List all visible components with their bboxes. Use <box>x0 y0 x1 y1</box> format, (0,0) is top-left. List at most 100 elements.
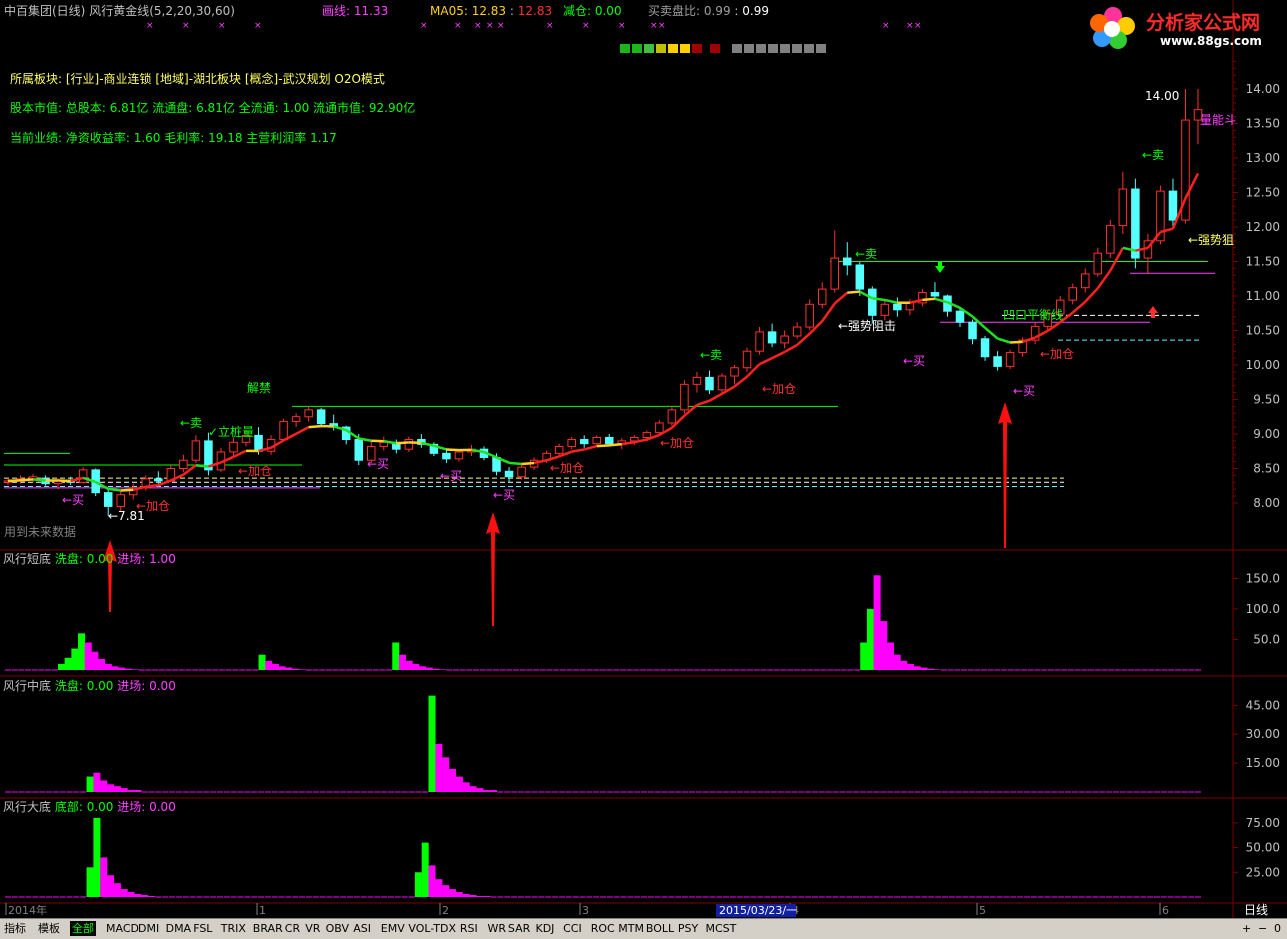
tab-mcst[interactable]: MCST <box>704 921 739 936</box>
tab-trix[interactable]: TRIX <box>219 921 248 936</box>
golden-line-segment <box>421 443 434 446</box>
tab-control-2[interactable]: 0 <box>1272 921 1283 936</box>
candle-body <box>931 293 939 296</box>
tab-rsi[interactable]: RSI <box>458 921 480 936</box>
candle-body <box>104 493 112 507</box>
tab-cr[interactable]: CR <box>283 921 302 936</box>
candle-body <box>593 437 601 443</box>
price-tick-label: 11.00 <box>1246 289 1280 303</box>
price-tick-label: 12.00 <box>1246 220 1280 234</box>
tab-全部[interactable]: 全部 <box>70 921 96 936</box>
candle-body <box>1132 189 1140 258</box>
indicator-bar <box>456 777 463 792</box>
candle-body <box>793 327 801 336</box>
tab-vol-tdx[interactable]: VOL-TDX <box>406 921 458 936</box>
tab-psy[interactable]: PSY <box>676 921 700 936</box>
tab-wr[interactable]: WR <box>486 921 509 936</box>
tab-boll[interactable]: BOLL <box>644 921 676 936</box>
candle-body <box>305 410 313 417</box>
annotation-label: ←加仓 <box>550 461 584 475</box>
status-block <box>692 44 702 53</box>
annotation-label: ←加仓 <box>1040 347 1074 361</box>
annotation-label: ←强势阻击 <box>838 319 896 333</box>
indicator-tick-label: 50.00 <box>1246 841 1280 855</box>
ma05-value-2: 12.83 <box>518 4 552 18</box>
indicator-bar <box>894 655 901 670</box>
tab-dma[interactable]: DMA <box>164 921 194 936</box>
indicator-tick-label: 100.0 <box>1246 602 1280 616</box>
annotation-label: ←买 <box>903 354 925 368</box>
indicator-bar <box>132 669 139 670</box>
golden-line-segment <box>296 427 309 434</box>
cross-mark: × <box>658 21 666 31</box>
indicator-tab-bar: 指标模板全部MACDDMIDMAFSLTRIXBRARCRVROBVASIEMV… <box>0 918 1287 939</box>
tab-kdj[interactable]: KDJ <box>534 921 557 936</box>
tab-mtm[interactable]: MTM <box>616 921 646 936</box>
tab-roc[interactable]: ROC <box>589 921 617 936</box>
candle-body <box>869 289 877 315</box>
cross-mark: × <box>420 21 428 31</box>
status-block <box>710 44 720 53</box>
indicator-bar <box>134 790 141 792</box>
golden-line-segment <box>396 442 409 443</box>
cross-mark: × <box>474 21 482 31</box>
ratio-readout: 买卖盘比: 0.99 : 0.99 <box>648 4 769 18</box>
annotation-label: ←强势狙 <box>1188 233 1234 247</box>
candle-body <box>568 440 576 447</box>
golden-line-segment <box>822 303 835 321</box>
candle-body <box>981 339 989 357</box>
golden-line-segment <box>885 300 898 303</box>
tab-asi[interactable]: ASI <box>351 921 373 936</box>
indicator-bar <box>299 669 306 670</box>
annotation-label: ✓立桩量 <box>208 424 254 439</box>
golden-line-segment <box>446 449 459 450</box>
candle-body <box>994 357 1002 367</box>
small-down-arrow-icon <box>935 262 945 273</box>
candle-body <box>768 332 776 343</box>
annotation-label: 14.00 <box>1145 89 1179 103</box>
indicator-bar <box>148 896 155 897</box>
indicator-bar <box>272 664 279 670</box>
indicator-bar <box>111 666 118 670</box>
status-block <box>668 44 678 53</box>
golden-line-segment <box>584 446 597 449</box>
indicator-bar <box>490 790 497 792</box>
tab-brar[interactable]: BRAR <box>251 921 285 936</box>
tab-obv[interactable]: OBV <box>324 921 351 936</box>
indicator-bar <box>470 895 477 897</box>
indicator-bar <box>442 757 449 792</box>
big-bottom-value: 0.00 <box>87 800 114 814</box>
indicator-bar <box>265 661 272 670</box>
big-entry-value: 0.00 <box>149 800 176 814</box>
ratio-value: 0.99 <box>704 4 731 18</box>
tab-指标[interactable]: 指标 <box>2 921 28 936</box>
indicator-bar <box>442 885 449 897</box>
indicator-bar <box>449 769 456 792</box>
status-block <box>780 44 790 53</box>
indicator-bar <box>134 894 141 897</box>
tab-cci[interactable]: CCI <box>561 921 584 936</box>
capital-info: 股本市值: 总股本: 6.81亿 流通盘: 6.81亿 全流通: 1.00 流通… <box>10 101 415 115</box>
candle-body <box>856 265 864 289</box>
indicator-bar <box>121 788 128 792</box>
indicator-bar <box>118 668 125 670</box>
tab-vr[interactable]: VR <box>303 921 322 936</box>
tab-dmi[interactable]: DMI <box>136 921 161 936</box>
tab-emv[interactable]: EMV <box>379 921 407 936</box>
candle-body <box>155 479 163 481</box>
status-block <box>620 44 630 53</box>
tab-sar[interactable]: SAR <box>506 921 532 936</box>
candle-body <box>706 377 714 389</box>
cross-mark: × <box>254 21 262 31</box>
tab-fsl[interactable]: FSL <box>191 921 214 936</box>
status-block <box>732 44 742 53</box>
annotation-label: ←卖 <box>1142 148 1164 162</box>
golden-line-segment <box>58 480 71 481</box>
indicator-bar <box>463 782 470 792</box>
tab-control-0[interactable]: + <box>1240 921 1253 936</box>
tab-模板[interactable]: 模板 <box>36 921 62 936</box>
tab-control-1[interactable]: − <box>1256 921 1269 936</box>
site-logo[interactable]: 分析家公式网 www.88gs.com <box>1088 2 1284 52</box>
annotation-label: ←买 <box>493 488 515 502</box>
indicator-bar <box>900 661 907 670</box>
